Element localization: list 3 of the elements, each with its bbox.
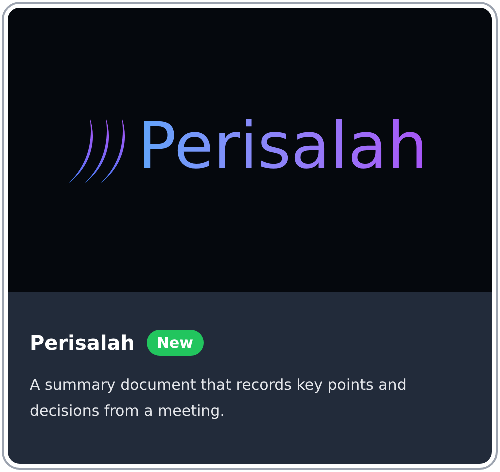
- new-badge: New: [146, 330, 204, 356]
- card-title: Perisalah: [30, 330, 135, 357]
- card-description: A summary document that records key points and decisions from a meeting.: [30, 375, 408, 422]
